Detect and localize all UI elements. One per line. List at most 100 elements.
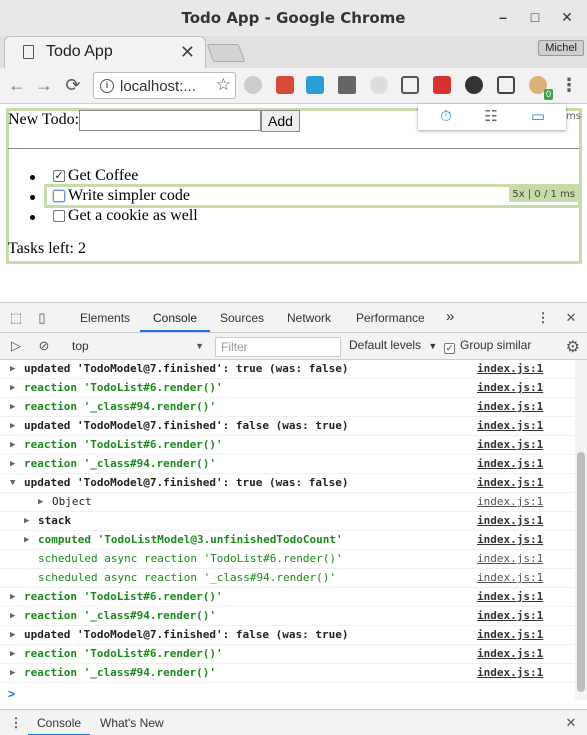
profile-button[interactable]: Michel [538, 40, 584, 56]
log-source-link[interactable]: index.js:1 [477, 664, 543, 682]
console-log-row[interactable]: ▶ reaction 'TodoList#6.render()' index.js:… [0, 436, 574, 455]
dependency-tree-icon[interactable]: ☷ [482, 108, 500, 126]
reload-icon[interactable]: ⟳ [62, 74, 84, 96]
scrollbar-thumb[interactable] [577, 452, 585, 692]
devtools-menu-icon[interactable]: ⋮ [535, 310, 551, 326]
log-source-link[interactable]: index.js:1 [477, 417, 543, 435]
console-filter-input[interactable]: Filter [215, 337, 341, 357]
log-source-link[interactable]: index.js:1 [477, 607, 543, 625]
log-changes-icon[interactable]: ▭ [529, 108, 547, 126]
clear-console-icon[interactable]: ⊘ [36, 338, 52, 354]
tab-todo-app[interactable]: Todo App ✕ [4, 36, 206, 68]
drawer-menu-icon[interactable]: ⋮ [8, 715, 24, 731]
console-log-row[interactable]: ▶ reaction 'TodoList#6.render()' index.js:… [0, 645, 574, 664]
todo-checkbox[interactable] [53, 210, 65, 222]
console-log-row[interactable]: ▶ computed 'TodoListModel@3.unfinishedTod… [0, 531, 574, 550]
console-prompt-icon[interactable]: > [8, 687, 15, 701]
log-source-link[interactable]: index.js:1 [477, 398, 543, 416]
collapsed-triangle-icon[interactable]: ▶ [10, 398, 15, 416]
close-window-icon[interactable]: ✕ [558, 8, 576, 26]
log-source-link[interactable]: index.js:1 [477, 550, 543, 568]
collapsed-triangle-icon[interactable]: ▶ [24, 531, 29, 549]
render-timer-icon[interactable]: ⏱ [437, 108, 455, 126]
extension-icon-7[interactable] [433, 76, 451, 94]
log-source-link[interactable]: index.js:1 [477, 360, 543, 378]
collapsed-triangle-icon[interactable]: ▶ [10, 664, 15, 682]
device-toolbar-icon[interactable]: ▯ [34, 310, 50, 326]
log-source-link[interactable]: index.js:1 [477, 569, 543, 587]
console-log-row[interactable]: scheduled async reaction 'TodoList#6.ren… [0, 550, 574, 569]
console-log-row[interactable]: ▶ updated 'TodoModel@7.finished': false (… [0, 417, 574, 436]
mail-extension-icon[interactable] [338, 76, 356, 94]
console-log-row[interactable]: ▶ reaction '_class#94.render()' index.js:1 [0, 607, 574, 626]
console-log-row[interactable]: ▶ reaction 'TodoList#6.render()' index.js:… [0, 379, 574, 398]
drawer-tab-whats-new[interactable]: What's New [100, 716, 164, 730]
collapsed-triangle-icon[interactable]: ▶ [38, 493, 43, 511]
collapsed-triangle-icon[interactable]: ▶ [10, 455, 15, 473]
console-log-row[interactable]: ▶ reaction '_class#94.render()' index.js:1 [0, 398, 574, 417]
minimize-icon[interactable]: – [494, 8, 512, 26]
log-source-link[interactable]: index.js:1 [477, 493, 543, 511]
new-tab-button[interactable] [206, 44, 246, 62]
drawer-tab-console[interactable]: Console [37, 716, 81, 730]
log-levels-dropdown[interactable]: Default levels ▼ [349, 338, 437, 352]
console-log-row[interactable]: ▶ stack index.js:1 [0, 512, 574, 531]
console-log-row[interactable]: ▶ reaction '_class#94.render()' index.js:1 [0, 455, 574, 474]
collapsed-triangle-icon[interactable]: ▶ [24, 512, 29, 530]
console-log-row[interactable]: ▶ reaction 'TodoList#6.render()' index.js:… [0, 588, 574, 607]
group-similar-toggle[interactable]: ✓ Group similar [444, 338, 531, 354]
collapsed-triangle-icon[interactable]: ▶ [10, 360, 15, 378]
console-log-row[interactable]: ▶ updated 'TodoModel@7.finished': true (w… [0, 360, 574, 379]
todo-checkbox[interactable] [53, 190, 65, 202]
maximize-icon[interactable]: □ [526, 8, 544, 26]
collapsed-triangle-icon[interactable]: ▶ [10, 417, 15, 435]
cast-icon[interactable] [401, 76, 419, 94]
console-scrollbar[interactable] [575, 360, 587, 700]
console-log-row[interactable]: ▶ Object index.js:1 [0, 493, 574, 512]
log-source-link[interactable]: index.js:1 [477, 474, 543, 492]
collapsed-triangle-icon[interactable]: ▶ [10, 588, 15, 606]
extension-icon-1[interactable] [244, 76, 262, 94]
add-todo-button[interactable]: Add [261, 110, 300, 132]
log-source-link[interactable]: index.js:1 [477, 436, 543, 454]
log-source-link[interactable]: index.js:1 [477, 531, 543, 549]
collapsed-triangle-icon[interactable]: ▶ [10, 645, 15, 663]
close-drawer-icon[interactable]: ✕ [563, 715, 579, 731]
chrome-menu-icon[interactable]: ⋮ [558, 74, 580, 96]
console-log-row[interactable]: ▶ reaction '_class#94.render()' index.js:1 [0, 664, 574, 683]
console-log-row[interactable]: ▼ updated 'TodoModel@7.finished': true (w… [0, 474, 574, 493]
todo-checkbox[interactable]: ✓ [53, 170, 65, 182]
sidebar-toggle-icon[interactable]: ▷ [8, 338, 24, 354]
new-todo-input[interactable] [79, 110, 261, 131]
console-log-row[interactable]: scheduled async reaction '_class#94.rend… [0, 569, 574, 588]
console-log-row[interactable]: ▶ updated 'TodoModel@7.finished': false (… [0, 626, 574, 645]
avatar-extension-icon[interactable]: 0 [529, 76, 553, 100]
expanded-triangle-icon[interactable]: ▼ [10, 474, 15, 492]
log-source-link[interactable]: index.js:1 [477, 455, 543, 473]
log-source-link[interactable]: index.js:1 [477, 512, 543, 530]
tab-elements[interactable]: Elements [80, 311, 130, 325]
more-tabs-icon[interactable]: » [446, 308, 454, 325]
log-source-link[interactable]: index.js:1 [477, 626, 543, 644]
url-text[interactable]: localhost:... [120, 78, 196, 95]
tab-performance[interactable]: Performance [356, 311, 425, 325]
log-source-link[interactable]: index.js:1 [477, 379, 543, 397]
log-source-link[interactable]: index.js:1 [477, 588, 543, 606]
collapsed-triangle-icon[interactable]: ▶ [10, 626, 15, 644]
extension-icon-9[interactable] [497, 76, 515, 94]
log-source-link[interactable]: index.js:1 [477, 645, 543, 663]
group-similar-checkbox[interactable]: ✓ [444, 343, 455, 354]
extension-icon-2[interactable] [276, 76, 294, 94]
collapsed-triangle-icon[interactable]: ▶ [10, 436, 15, 454]
site-info-icon[interactable]: i [100, 79, 114, 93]
address-bar[interactable]: i localhost:... ☆ [93, 72, 236, 99]
console-settings-icon[interactable]: ⚙ [566, 337, 580, 357]
inspect-element-icon[interactable]: ⬚ [8, 310, 24, 326]
tab-network[interactable]: Network [287, 311, 331, 325]
extension-icon-8[interactable] [465, 76, 483, 94]
close-tab-icon[interactable]: ✕ [180, 42, 195, 63]
tab-console[interactable]: Console [153, 311, 197, 325]
collapsed-triangle-icon[interactable]: ▶ [10, 607, 15, 625]
back-icon[interactable]: ← [6, 74, 28, 96]
forward-icon[interactable]: → [33, 74, 55, 96]
